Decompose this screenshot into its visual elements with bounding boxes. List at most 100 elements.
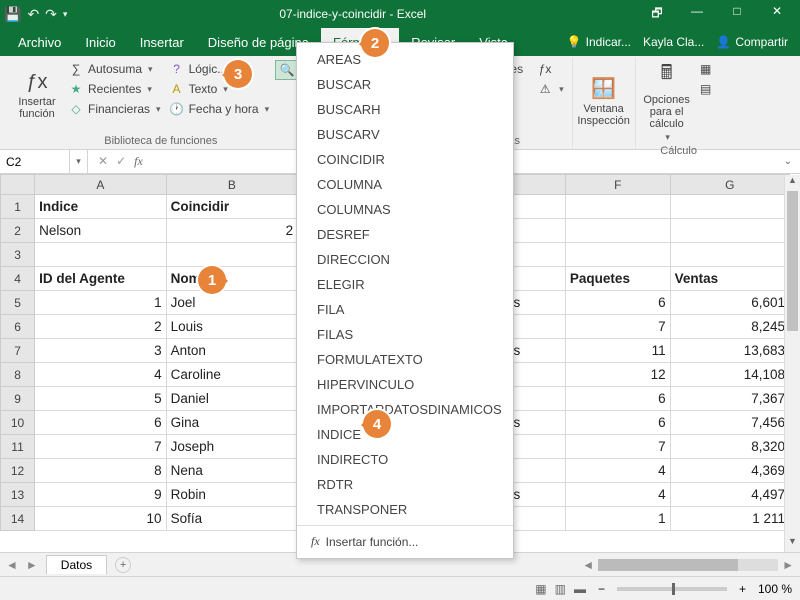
name-box-dropdown[interactable]: ▾ bbox=[70, 150, 88, 173]
cell[interactable] bbox=[670, 243, 789, 267]
cell[interactable]: Nelson bbox=[35, 219, 167, 243]
cell[interactable] bbox=[35, 243, 167, 267]
menu-item-desref[interactable]: DESREF bbox=[297, 222, 513, 247]
cell[interactable]: 1 bbox=[565, 507, 670, 531]
menu-item-elegir[interactable]: ELEGIR bbox=[297, 272, 513, 297]
cell[interactable]: 4 bbox=[35, 363, 167, 387]
expand-fx-icon[interactable]: ⌄ bbox=[776, 156, 800, 167]
row-header-10[interactable]: 10 bbox=[1, 411, 35, 435]
cancel-icon[interactable]: ✕ bbox=[98, 154, 108, 169]
cell[interactable]: Anton bbox=[166, 339, 298, 363]
col-header-G[interactable]: G bbox=[670, 175, 789, 195]
row-header-6[interactable]: 6 bbox=[1, 315, 35, 339]
hscroll-left-icon[interactable]: ◄ bbox=[582, 558, 594, 572]
cell[interactable]: 7 bbox=[565, 435, 670, 459]
cell[interactable]: 13,683 bbox=[670, 339, 789, 363]
cell[interactable]: 8,245 bbox=[670, 315, 789, 339]
cell[interactable] bbox=[670, 219, 789, 243]
row-header-7[interactable]: 7 bbox=[1, 339, 35, 363]
row-header-14[interactable]: 14 bbox=[1, 507, 35, 531]
cell[interactable] bbox=[166, 243, 298, 267]
col-header-F[interactable]: F bbox=[565, 175, 670, 195]
calc-sheet-button[interactable]: ▤ bbox=[696, 80, 716, 98]
redo-icon[interactable]: ↷ bbox=[45, 6, 57, 23]
page-break-icon[interactable]: ▬ bbox=[574, 582, 586, 596]
cell[interactable]: Indice bbox=[35, 195, 167, 219]
row-header-8[interactable]: 8 bbox=[1, 363, 35, 387]
cell[interactable]: 4,369 bbox=[670, 459, 789, 483]
menu-item-columnas[interactable]: COLUMNAS bbox=[297, 197, 513, 222]
cell[interactable]: 6,601 bbox=[670, 291, 789, 315]
cell[interactable]: 8,320 bbox=[670, 435, 789, 459]
row-header-1[interactable]: 1 bbox=[1, 195, 35, 219]
cell[interactable]: Sofía bbox=[166, 507, 298, 531]
cell[interactable]: 12 bbox=[565, 363, 670, 387]
cell[interactable]: 6 bbox=[565, 387, 670, 411]
zoom-slider[interactable] bbox=[617, 587, 727, 591]
cell[interactable]: Daniel bbox=[166, 387, 298, 411]
datetime-button[interactable]: 🕐Fecha y hora bbox=[167, 100, 272, 118]
cell[interactable]: Joseph bbox=[166, 435, 298, 459]
normal-view-icon[interactable]: ▦ bbox=[535, 582, 546, 596]
cell[interactable]: 2 bbox=[35, 315, 167, 339]
cell[interactable]: Ventas bbox=[670, 267, 789, 291]
cell[interactable]: 7 bbox=[35, 435, 167, 459]
share-button[interactable]: 👤 Compartir bbox=[710, 28, 794, 56]
cell[interactable]: Nena bbox=[166, 459, 298, 483]
tell-me[interactable]: 💡 Indicar... bbox=[561, 28, 637, 56]
fx-icon-small[interactable]: fx bbox=[134, 154, 143, 169]
scroll-down-icon[interactable]: ▼ bbox=[785, 536, 800, 552]
name-box[interactable]: C2 bbox=[0, 150, 70, 173]
vertical-scrollbar[interactable]: ▲ ▼ bbox=[784, 175, 800, 552]
menu-item-indice[interactable]: INDICE bbox=[297, 422, 513, 447]
cell[interactable]: 14,108 bbox=[670, 363, 789, 387]
menu-item-filas[interactable]: FILAS bbox=[297, 322, 513, 347]
cell[interactable] bbox=[670, 195, 789, 219]
zoom-level[interactable]: 100 % bbox=[758, 582, 792, 596]
scroll-thumb[interactable] bbox=[787, 191, 798, 331]
autosum-button[interactable]: ∑Autosuma bbox=[66, 60, 163, 78]
maximize-icon[interactable]: □ bbox=[718, 4, 756, 25]
cell[interactable]: Louis bbox=[166, 315, 298, 339]
sheet-nav-next-icon[interactable]: ► bbox=[26, 558, 38, 572]
cell[interactable]: Robin bbox=[166, 483, 298, 507]
cell[interactable]: 6 bbox=[35, 411, 167, 435]
menu-item-formulatexto[interactable]: FORMULATEXTO bbox=[297, 347, 513, 372]
text-button[interactable]: ATexto bbox=[167, 80, 272, 98]
zoom-out-button[interactable]: − bbox=[598, 582, 605, 596]
cell[interactable]: 4,497 bbox=[670, 483, 789, 507]
menu-item-indirecto[interactable]: INDIRECTO bbox=[297, 447, 513, 472]
financial-button[interactable]: ◇Financieras bbox=[66, 100, 163, 118]
menu-item-buscar[interactable]: BUSCAR bbox=[297, 72, 513, 97]
col-header-B[interactable]: B bbox=[166, 175, 298, 195]
cell[interactable]: 5 bbox=[35, 387, 167, 411]
error-check-button[interactable]: ƒx bbox=[535, 60, 566, 78]
cell[interactable]: 1 211 bbox=[670, 507, 789, 531]
calc-now-button[interactable]: ▦ bbox=[696, 60, 716, 78]
zoom-in-button[interactable]: + bbox=[739, 582, 746, 596]
row-header-11[interactable]: 11 bbox=[1, 435, 35, 459]
cell[interactable]: 11 bbox=[565, 339, 670, 363]
cell[interactable]: 3 bbox=[35, 339, 167, 363]
row-header-5[interactable]: 5 bbox=[1, 291, 35, 315]
col-header-A[interactable]: A bbox=[35, 175, 167, 195]
add-sheet-button[interactable]: + bbox=[115, 557, 131, 573]
cell[interactable]: 4 bbox=[565, 459, 670, 483]
enter-icon[interactable]: ✓ bbox=[116, 154, 126, 169]
tab-inicio[interactable]: Inicio bbox=[73, 28, 127, 56]
menu-item-buscarh[interactable]: BUSCARH bbox=[297, 97, 513, 122]
ribbon-min-icon[interactable]: 🗗 bbox=[638, 4, 676, 25]
row-header-12[interactable]: 12 bbox=[1, 459, 35, 483]
row-header-4[interactable]: 4 bbox=[1, 267, 35, 291]
menu-item-columna[interactable]: COLUMNA bbox=[297, 172, 513, 197]
menu-item-hipervinculo[interactable]: HIPERVINCULO bbox=[297, 372, 513, 397]
row-header-3[interactable]: 3 bbox=[1, 243, 35, 267]
cell[interactable]: 6 bbox=[565, 291, 670, 315]
menu-item-rdtr[interactable]: RDTR bbox=[297, 472, 513, 497]
save-icon[interactable]: 💾 bbox=[4, 6, 21, 23]
cell[interactable]: 7,456 bbox=[670, 411, 789, 435]
cell[interactable]: 7 bbox=[565, 315, 670, 339]
row-header-13[interactable]: 13 bbox=[1, 483, 35, 507]
cell[interactable]: ID del Agente bbox=[35, 267, 167, 291]
sheet-tab-datos[interactable]: Datos bbox=[46, 555, 107, 574]
